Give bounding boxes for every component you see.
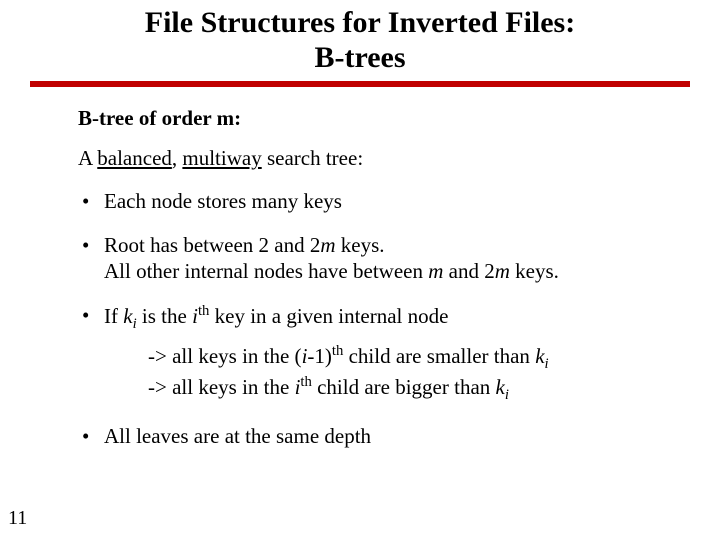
bullet-1-text: Each node stores many keys <box>104 189 342 213</box>
title-line-1: File Structures for Inverted Files: <box>145 6 575 39</box>
b2-m-2: m <box>428 259 443 283</box>
b3-th1: th <box>198 303 209 319</box>
bullet-4-text: All leaves are at the same depth <box>104 424 371 448</box>
b3s2-k: k <box>496 375 505 399</box>
bullet-4: All leaves are at the same depth <box>78 423 660 449</box>
bullet-3-sub: -> all keys in the (i-1)th child are sma… <box>148 342 660 405</box>
section-heading: B-tree of order m: <box>78 105 660 131</box>
slide-title: File Structures for Inverted Files: B-tr… <box>0 0 720 75</box>
bullet-2: Root has between 2 and 2m keys. All othe… <box>78 232 660 285</box>
b3-a: If <box>104 304 123 328</box>
b2-part-c: All other internal nodes have between <box>104 259 428 283</box>
bullet-list: Each node stores many keys Root has betw… <box>78 188 660 450</box>
b3s1-ki: i <box>545 356 549 372</box>
intro-sep: , <box>172 146 183 170</box>
b2-part-b: keys. <box>336 233 385 257</box>
b3s1-b: -1) <box>307 344 332 368</box>
bullet-3: If ki is the ith key in a given internal… <box>78 302 660 405</box>
b3-k1: k <box>123 304 132 328</box>
b3s1-th: th <box>332 343 343 359</box>
b3s2-th: th <box>300 374 311 390</box>
intro-underline-1: balanced <box>97 146 172 170</box>
b3s1-a: -> all keys in the ( <box>148 344 302 368</box>
b3s2-b: child are bigger than <box>312 375 496 399</box>
b2-part-a: Root has between 2 and 2 <box>104 233 320 257</box>
bullet-1: Each node stores many keys <box>78 188 660 214</box>
intro-suffix: search tree: <box>262 146 363 170</box>
b3s2-a: -> all keys in the <box>148 375 295 399</box>
intro-underline-2: multiway <box>182 146 261 170</box>
b2-part-d: and 2 <box>443 259 494 283</box>
title-line-2: B-trees <box>314 41 405 74</box>
intro-prefix: A <box>78 146 97 170</box>
b3-c: key in a given internal node <box>209 304 448 328</box>
b3-b: is the <box>137 304 192 328</box>
page-number: 11 <box>8 507 27 530</box>
intro-line: A balanced, multiway search tree: <box>78 145 660 171</box>
b2-m-3: m <box>495 259 510 283</box>
slide-body: B-tree of order m: A balanced, multiway … <box>0 87 720 449</box>
b2-part-e: keys. <box>510 259 559 283</box>
b3s1-c: child are smaller than <box>343 344 535 368</box>
b3s1-k: k <box>535 344 544 368</box>
b2-m-1: m <box>320 233 335 257</box>
b3s2-ki: i <box>505 388 509 404</box>
slide: File Structures for Inverted Files: B-tr… <box>0 0 720 540</box>
